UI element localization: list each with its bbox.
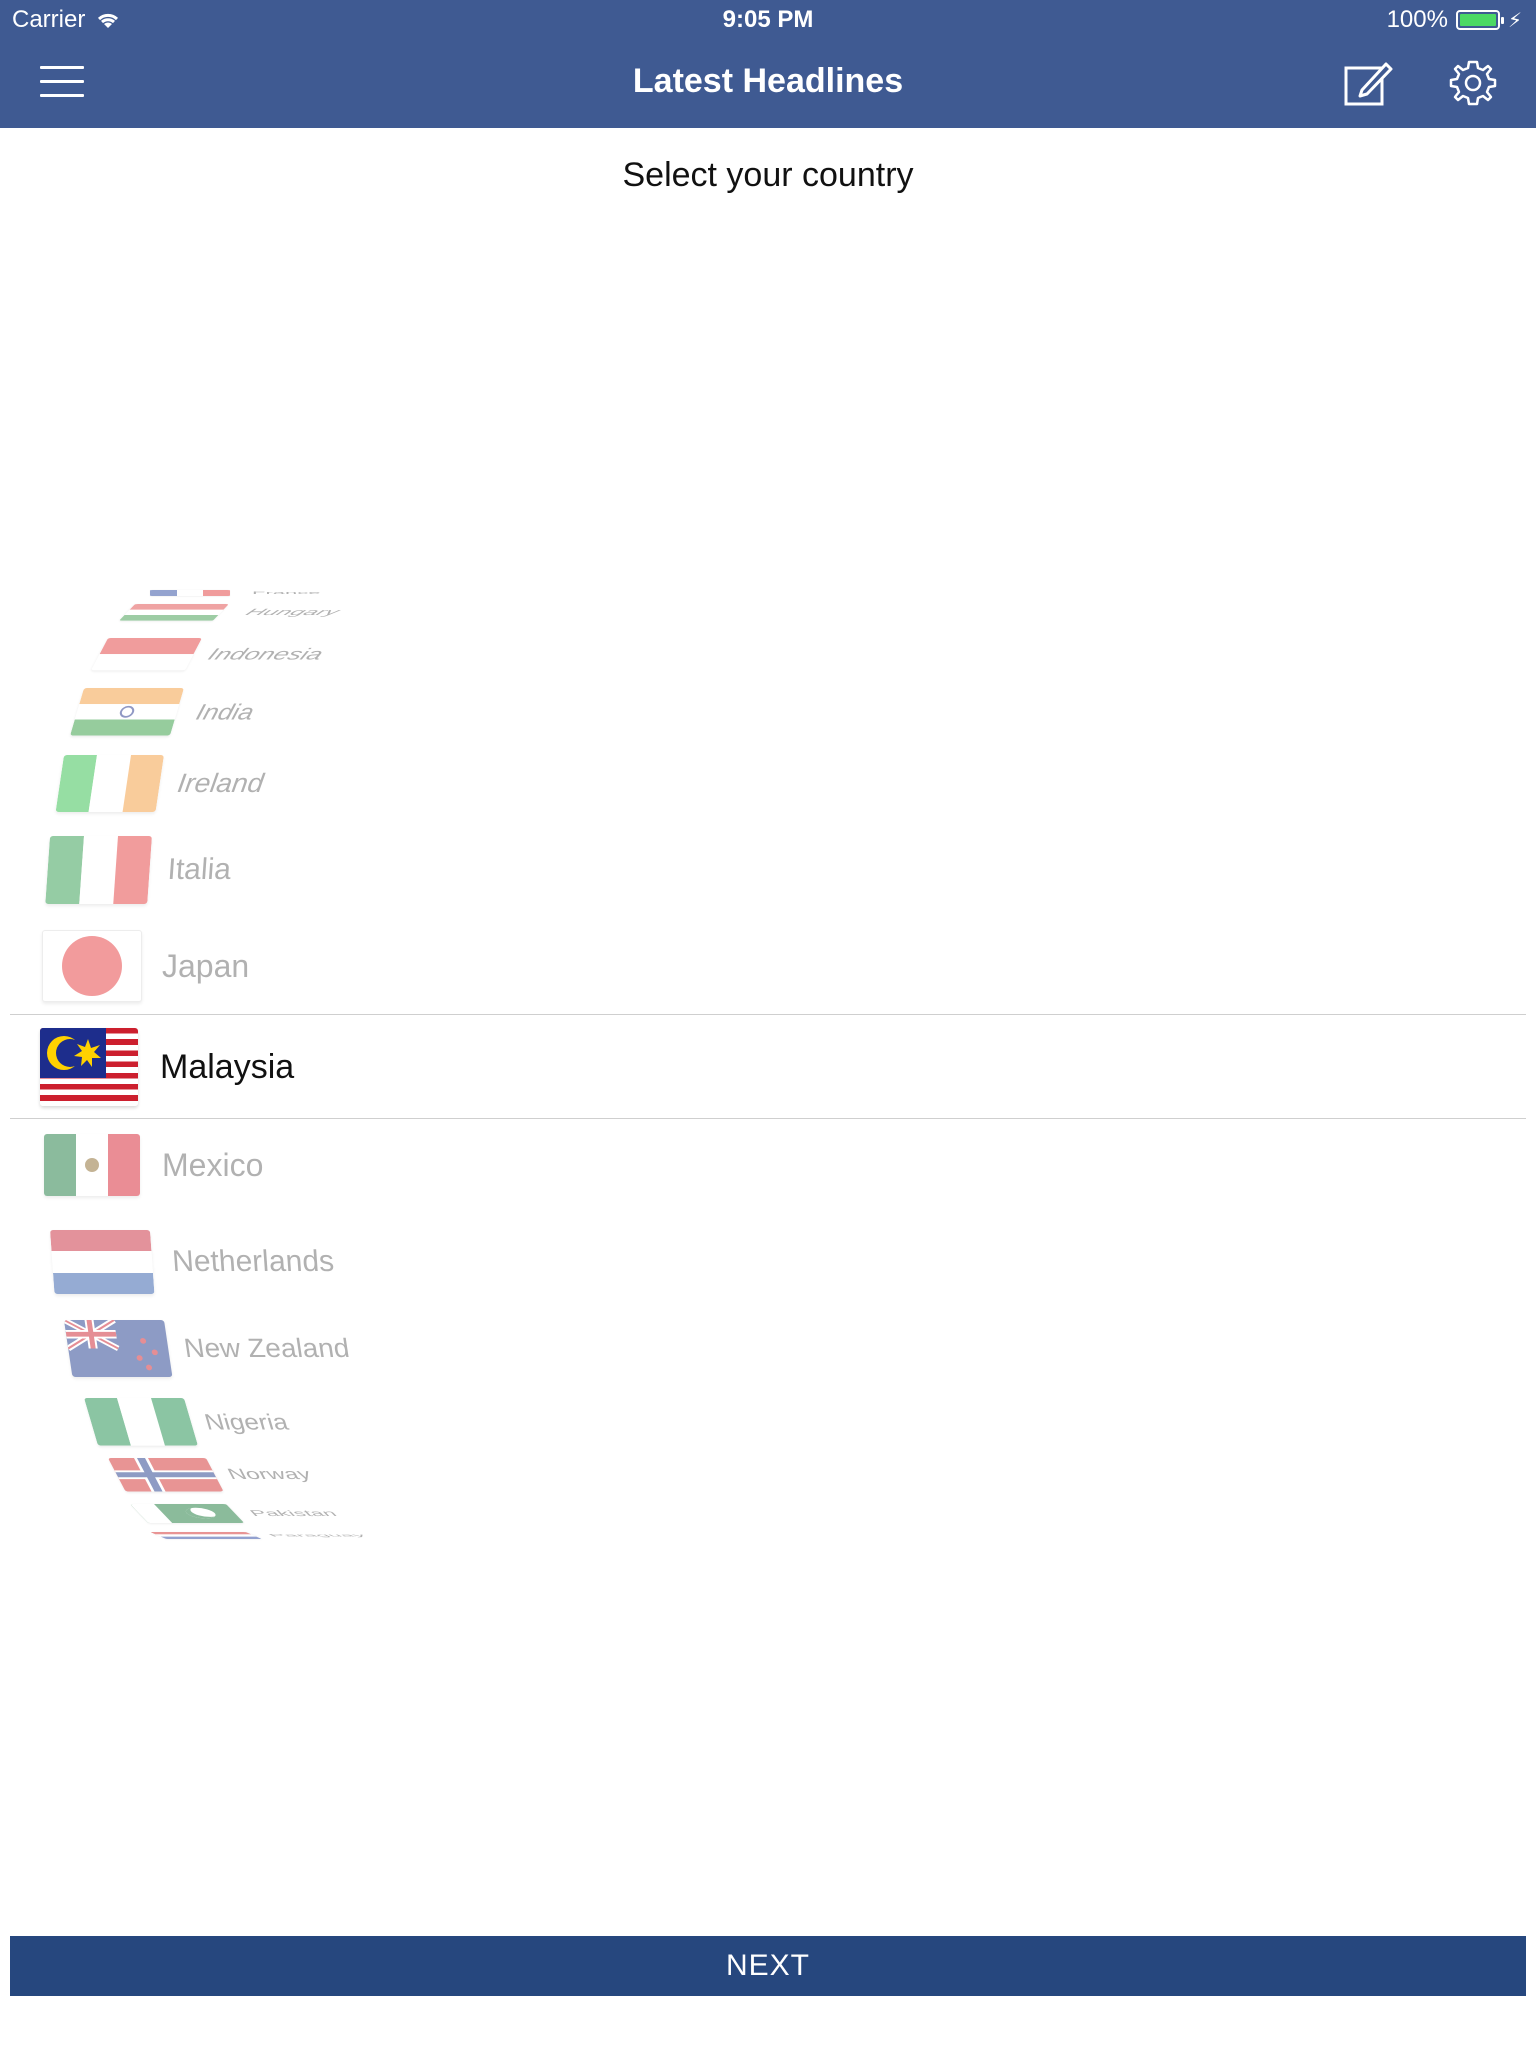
picker-item-malaysia[interactable]: Malaysia <box>40 1028 294 1106</box>
mexico-flag <box>44 1134 140 1196</box>
picker-item-label: France <box>252 591 321 595</box>
page-title: Latest Headlines <box>632 62 904 100</box>
compose-button[interactable] <box>1342 58 1394 108</box>
compose-icon <box>1344 62 1393 106</box>
battery-percent: 100% <box>1386 6 1448 33</box>
selection-divider-top <box>10 1014 1526 1015</box>
crescent-star-icon <box>47 1036 101 1070</box>
france-flag <box>150 590 230 596</box>
picker-item-label: Japan <box>162 947 250 984</box>
norway-flag <box>108 1458 224 1492</box>
indonesia-flag <box>91 638 202 671</box>
picker-item-nigeria[interactable]: Nigeria <box>84 1398 294 1446</box>
malaysia-flag <box>40 1028 138 1106</box>
hungary-flag <box>118 604 229 621</box>
pakistan-flag <box>130 1504 245 1523</box>
picker-item-paraguay[interactable]: Paraguay <box>150 1532 372 1540</box>
picker-item-label: India <box>193 698 258 725</box>
nigeria-flag <box>84 1398 198 1446</box>
picker-item-new-zealand[interactable]: New Zealand <box>64 1320 353 1377</box>
picker-item-norway[interactable]: Norway <box>108 1458 319 1492</box>
picker-item-label: Pakistan <box>246 1508 340 1519</box>
picker-item-label: Ireland <box>175 768 266 798</box>
picker-item-label: Mexico <box>162 1146 264 1183</box>
picker-item-mexico[interactable]: Mexico <box>44 1134 263 1196</box>
picker-item-label: Hungary <box>242 607 343 618</box>
india-flag <box>70 688 184 736</box>
settings-button[interactable] <box>1448 58 1498 108</box>
mexico-emblem-icon <box>85 1158 99 1172</box>
paraguay-flag <box>150 1532 263 1540</box>
country-picker[interactable]: France Hungary Indonesia India Ireland I… <box>0 580 1536 1560</box>
ireland-flag <box>55 755 164 812</box>
charging-bolt-icon: ⚡ <box>1507 9 1522 32</box>
picker-item-label: Norway <box>224 1466 315 1483</box>
picker-item-label: Italia <box>166 853 233 886</box>
picker-item-indonesia[interactable]: Indonesia <box>91 638 331 671</box>
app-screen: Carrier 9:05 PM 100% ⚡ Latest Headlines <box>0 0 1536 2048</box>
picker-item-france[interactable]: France <box>150 590 320 596</box>
navigation-bar: Carrier 9:05 PM 100% ⚡ Latest Headlines <box>0 0 1536 128</box>
picker-item-ireland[interactable]: Ireland <box>55 755 268 812</box>
battery-indicator: 100% ⚡ <box>1387 6 1522 34</box>
sun-disc-icon <box>62 936 122 996</box>
picker-item-india[interactable]: India <box>70 688 260 736</box>
picker-item-netherlands[interactable]: Netherlands <box>50 1230 336 1294</box>
italia-flag <box>45 836 152 904</box>
selection-divider-bottom <box>10 1118 1526 1119</box>
picker-item-label: Malaysia <box>160 1047 295 1086</box>
picker-item-japan[interactable]: Japan <box>42 930 249 1002</box>
gear-icon <box>1449 60 1497 106</box>
select-country-heading: Select your country <box>622 156 914 194</box>
japan-flag <box>42 930 142 1002</box>
chakra-icon <box>118 705 136 718</box>
picker-item-pakistan[interactable]: Pakistan <box>130 1504 345 1523</box>
picker-item-label: Nigeria <box>201 1408 291 1435</box>
picker-item-label: Paraguay <box>265 1533 369 1538</box>
picker-item-label: New Zealand <box>181 1333 352 1363</box>
new-zealand-flag <box>64 1320 173 1377</box>
picker-item-label: Netherlands <box>171 1245 336 1278</box>
next-button[interactable]: NEXT <box>10 1936 1526 1996</box>
netherlands-flag <box>50 1230 155 1294</box>
union-jack-icon <box>64 1320 158 1371</box>
picker-item-label: Indonesia <box>204 644 328 664</box>
status-time: 9:05 PM <box>722 6 814 33</box>
picker-item-hungary[interactable]: Hungary <box>118 604 346 621</box>
status-bar: Carrier 9:05 PM 100% ⚡ <box>0 4 1536 38</box>
crescent-icon <box>181 1507 220 1519</box>
picker-item-italia[interactable]: Italia <box>45 836 233 904</box>
battery-icon <box>1455 10 1504 30</box>
